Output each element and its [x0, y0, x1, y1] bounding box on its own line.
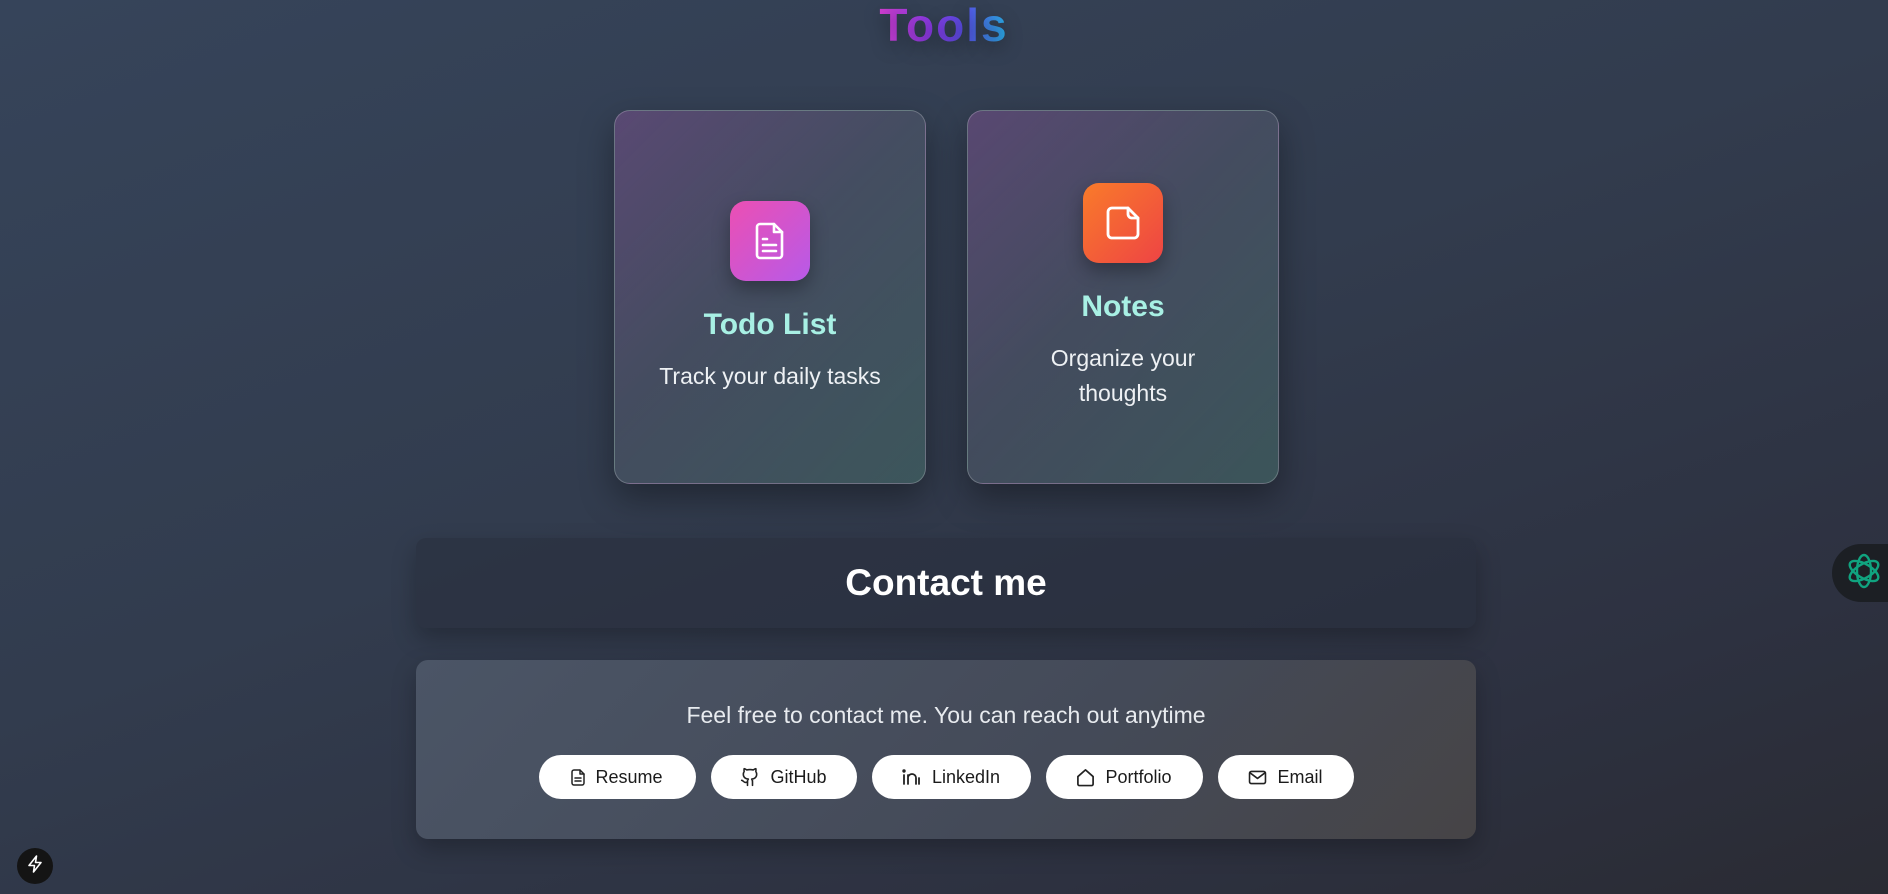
linkedin-label: LinkedIn: [931, 766, 1001, 787]
contact-header: Contact me: [416, 538, 1476, 628]
portfolio-label: Portfolio: [1105, 766, 1172, 787]
github-button[interactable]: GitHub: [710, 755, 857, 799]
page-title: Tools: [0, 0, 1888, 50]
portfolio-button[interactable]: Portfolio: [1045, 755, 1203, 799]
document-lines-icon: [730, 200, 810, 281]
contact-title: Contact me: [845, 562, 1047, 603]
ai-assistant-tab[interactable]: [1832, 544, 1888, 602]
file-icon: [571, 768, 586, 786]
email-button[interactable]: Email: [1217, 755, 1354, 799]
tool-name: Notes: [1081, 290, 1165, 323]
email-label: Email: [1277, 766, 1323, 787]
contact-message: Feel free to contact me. You can reach o…: [686, 702, 1206, 728]
linkedin-button[interactable]: LinkedIn: [871, 755, 1031, 799]
note-icon: [1083, 183, 1163, 263]
contact-panel: Feel free to contact me. You can reach o…: [416, 660, 1476, 839]
lightning-badge[interactable]: [17, 848, 53, 884]
page-title-text: Tools: [879, 0, 1009, 51]
tool-description: Organize your thoughts: [1050, 345, 1196, 406]
home-icon: [1076, 768, 1095, 787]
openai-logo-icon: [1844, 551, 1884, 596]
github-icon: [740, 767, 760, 787]
contact-links: Resume GitHub LinkedIn Portfolio Email: [416, 755, 1476, 799]
tool-description: Track your daily tasks: [659, 362, 881, 389]
github-label: GitHub: [770, 766, 827, 787]
resume-label: Resume: [595, 766, 663, 787]
tool-card-notes[interactable]: Notes Organize your thoughts: [967, 110, 1279, 484]
linkedin-icon: [902, 769, 922, 785]
resume-button[interactable]: Resume: [538, 755, 696, 799]
tool-card-todo-list[interactable]: Todo List Track your daily tasks: [614, 110, 926, 484]
tool-name: Todo List: [703, 307, 837, 341]
lightning-bolt-icon: [27, 854, 43, 878]
mail-icon: [1248, 770, 1267, 785]
